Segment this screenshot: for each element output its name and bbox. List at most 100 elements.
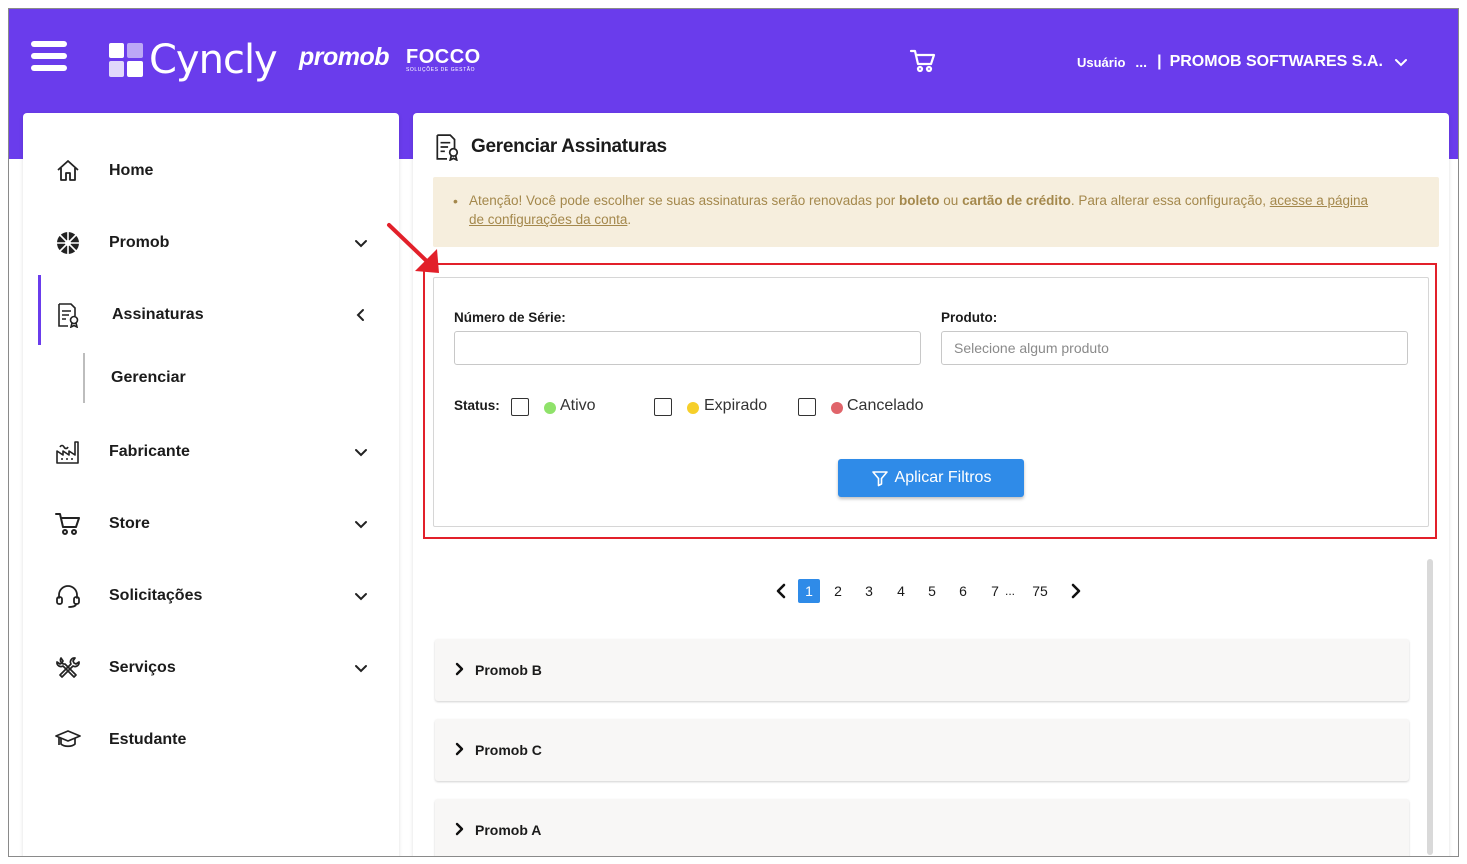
chevron-down-icon	[355, 449, 367, 457]
status-ativo-checkbox[interactable]	[511, 398, 529, 416]
user-label: Usuário	[1077, 54, 1126, 70]
info-alert: • Atenção! Você pode escolher se suas as…	[433, 177, 1439, 247]
sidebar-item-servicos[interactable]: Serviços	[23, 642, 399, 694]
alert-text: . Para alterar essa configuração,	[1070, 193, 1270, 208]
alert-text: ou	[939, 193, 963, 208]
cart-icon	[55, 513, 80, 535]
filter-icon	[871, 471, 888, 487]
subscription-icon	[58, 303, 79, 328]
user-separator: |	[1157, 53, 1162, 70]
page-title: Gerenciar Assinaturas	[471, 136, 667, 157]
cyncly-logo: Cyncly	[109, 37, 278, 83]
sidebar-item-label: Fabricante	[109, 443, 190, 460]
sidebar-item-label: Store	[109, 515, 150, 532]
chevron-down-icon	[1394, 59, 1407, 67]
chevron-down-icon	[355, 665, 367, 673]
sidebar-item-label: Solicitações	[109, 587, 203, 604]
product-name: Promob C	[475, 742, 542, 758]
product-accordion[interactable]: Promob A	[435, 799, 1409, 856]
sidebar-item-solicitacoes[interactable]: Solicitações	[23, 570, 399, 622]
page-3[interactable]: 3	[861, 579, 877, 603]
company-name: PROMOB SOFTWARES S.A.	[1169, 53, 1383, 70]
status-cancelado-label: Cancelado	[847, 397, 924, 414]
product-select[interactable]	[941, 331, 1408, 365]
sidebar-item-fabricante[interactable]: Fabricante	[23, 426, 399, 478]
chevron-right-icon	[455, 662, 464, 676]
subscription-icon	[436, 134, 459, 161]
product-accordion[interactable]: Promob C	[435, 719, 1409, 781]
alert-bold-boleto: boleto	[899, 193, 940, 208]
headset-icon	[56, 585, 80, 608]
app-window: Cyncly promob FOCCO SOLUÇÕES DE GESTÃO U…	[8, 8, 1459, 857]
chevron-right-icon	[455, 822, 464, 836]
cart-icon[interactable]	[909, 47, 937, 75]
sidebar: Home Promob Assinaturas Gerenciar Fabric…	[23, 113, 399, 856]
active-indicator	[38, 275, 41, 345]
factory-icon	[56, 441, 79, 464]
status-expirado-label: Expirado	[704, 397, 768, 414]
promob-logo: promob	[299, 43, 390, 71]
alert-bold-cartao: cartão de crédito	[962, 193, 1071, 208]
page-4[interactable]: 4	[893, 579, 909, 603]
menu-toggle-icon[interactable]	[31, 41, 67, 73]
chevron-right-icon[interactable]	[1066, 582, 1084, 600]
promob-icon	[57, 232, 79, 254]
status-expirado-checkbox[interactable]	[654, 398, 672, 416]
sidebar-item-label: Serviços	[109, 659, 176, 676]
serial-number-input[interactable]	[454, 331, 921, 365]
user-name: ...	[1135, 54, 1148, 70]
sidebar-item-estudante[interactable]: Estudante	[23, 714, 399, 766]
cyncly-wordmark: Cyncly	[149, 37, 278, 83]
page-2[interactable]: 2	[830, 579, 846, 603]
alert-text: Atenção! Você pode escolher se suas assi…	[469, 193, 900, 208]
page-5[interactable]: 5	[924, 579, 940, 603]
sidebar-item-assinaturas[interactable]: Assinaturas	[23, 275, 399, 345]
product-name: Promob A	[475, 822, 542, 838]
page-last[interactable]: 75	[1029, 579, 1051, 603]
apply-filters-label: Aplicar Filtros	[894, 469, 992, 486]
sidebar-item-label: Estudante	[109, 731, 187, 748]
status-label: Status:	[454, 398, 500, 413]
sidebar-item-label: Assinaturas	[112, 306, 204, 323]
annotation-arrow-icon	[387, 223, 439, 273]
chevron-down-icon	[355, 593, 367, 601]
chevron-right-icon	[455, 742, 464, 756]
submenu-line	[83, 353, 85, 403]
page-1[interactable]: 1	[798, 579, 820, 603]
focco-tagline: SOLUÇÕES DE GESTÃO	[406, 67, 476, 73]
chevron-left-icon	[356, 309, 364, 321]
sidebar-subitem-gerenciar[interactable]: Gerenciar	[111, 369, 186, 387]
sidebar-item-store[interactable]: Store	[23, 498, 399, 550]
status-cancelado-checkbox[interactable]	[798, 398, 816, 416]
status-ativo-dot	[544, 402, 556, 414]
status-expirado-dot	[687, 402, 699, 414]
chevron-down-icon	[355, 521, 367, 529]
apply-filters-button[interactable]: Aplicar Filtros	[838, 459, 1024, 497]
focco-logo: FOCCO SOLUÇÕES DE GESTÃO	[406, 47, 481, 73]
page-header: Gerenciar Assinaturas	[433, 133, 667, 161]
chevron-down-icon	[355, 240, 367, 248]
sidebar-item-label: Promob	[109, 234, 170, 251]
user-menu[interactable]: Usuário ... | PROMOB SOFTWARES S.A.	[1077, 53, 1409, 71]
alert-bullet: •	[453, 193, 458, 209]
chevron-left-icon[interactable]	[773, 582, 791, 600]
page-6[interactable]: 6	[955, 579, 971, 603]
account-settings-link[interactable]: de configurações da conta	[469, 212, 627, 227]
cyncly-mark-icon	[109, 43, 143, 77]
focco-wordmark: FOCCO	[406, 46, 481, 68]
product-accordion[interactable]: Promob B	[435, 639, 1409, 701]
scrollbar[interactable]	[1427, 559, 1433, 855]
sidebar-item-home[interactable]: Home	[23, 145, 399, 197]
status-ativo-label: Ativo	[560, 397, 596, 414]
account-settings-link[interactable]: acesse a página	[1270, 193, 1368, 208]
sidebar-item-promob[interactable]: Promob	[23, 217, 399, 269]
pagination-ellipsis: ...	[1004, 584, 1015, 598]
filter-panel: Número de Série: Produto: Status: Ativo …	[433, 277, 1429, 527]
alert-text: .	[627, 212, 632, 227]
page-7[interactable]: 7	[987, 579, 1003, 603]
graduation-cap-icon	[55, 730, 81, 748]
serial-number-label: Número de Série:	[454, 310, 566, 325]
tools-icon	[56, 657, 80, 678]
status-cancelado-dot	[831, 402, 843, 414]
main-panel: Gerenciar Assinaturas • Atenção! Você po…	[413, 113, 1449, 856]
